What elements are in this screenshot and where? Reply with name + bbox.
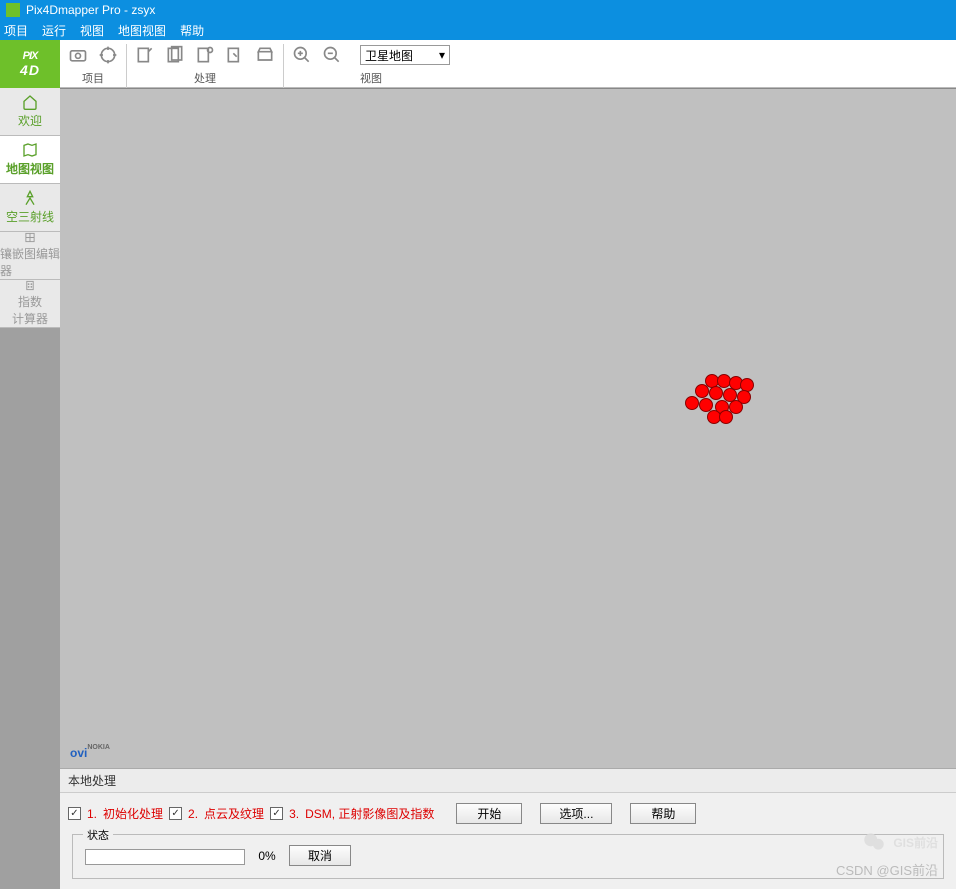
process-row: ✓ 1. 初始化处理 ✓ 2. 点云及纹理 ✓ 3. DSM, 正射影像图及指数…: [60, 793, 956, 830]
step3-label: DSM, 正射影像图及指数: [305, 805, 434, 822]
toolgroup-project: 项目: [60, 44, 127, 88]
app-icon: [6, 3, 20, 17]
check-step2[interactable]: ✓: [169, 807, 182, 820]
chevron-down-icon: ▾: [439, 48, 445, 62]
toolgroup-process: 处理: [127, 44, 284, 88]
check-step3[interactable]: ✓: [270, 807, 283, 820]
start-button[interactable]: 开始: [456, 803, 522, 824]
left-sidebar: PIX 4D 欢迎 地图视图 空三射线 镶嵌图编辑器 指数 计算器: [0, 40, 60, 889]
p1-icon[interactable]: [135, 45, 155, 65]
credit-text: CSDN @GIS前沿: [836, 860, 938, 879]
camera-icon[interactable]: [68, 45, 88, 65]
map-type-dropdown[interactable]: 卫星地图 ▾: [360, 45, 450, 65]
menubar: 项目 运行 视图 地图视图 帮助: [0, 20, 956, 40]
home-icon: [21, 94, 39, 110]
help-button[interactable]: 帮助: [630, 803, 696, 824]
step3-num: 3.: [289, 807, 299, 821]
progress-bar: [85, 849, 245, 865]
target-icon[interactable]: [98, 45, 118, 65]
image-markers: [685, 374, 755, 429]
toolbar: 项目 处理 卫星地图 ▾: [60, 40, 956, 88]
menu-help[interactable]: 帮助: [180, 22, 204, 39]
p4-icon[interactable]: [225, 45, 245, 65]
step2-num: 2.: [188, 807, 198, 821]
step2-label: 点云及纹理: [204, 805, 264, 822]
ray-icon: [21, 190, 39, 206]
cancel-button[interactable]: 取消: [289, 845, 351, 866]
menu-view[interactable]: 视图: [80, 22, 104, 39]
step1-label: 初始化处理: [103, 805, 163, 822]
menu-project[interactable]: 项目: [4, 22, 28, 39]
progress-percent: 0%: [258, 849, 275, 863]
zoom-in-icon[interactable]: [292, 45, 312, 65]
nav-index[interactable]: 指数 计算器: [0, 280, 60, 328]
zoom-out-icon[interactable]: [322, 45, 342, 65]
ovi-logo: oviNOKIA: [70, 744, 110, 762]
step1-num: 1.: [87, 807, 97, 821]
panel-title: 本地处理: [60, 769, 956, 793]
p5-icon[interactable]: [255, 45, 275, 65]
map-canvas[interactable]: oviNOKIA: [60, 88, 956, 768]
mosaic-icon: [21, 232, 39, 243]
nav-mosaic[interactable]: 镶嵌图编辑器: [0, 232, 60, 280]
window-title: Pix4Dmapper Pro - zsyx: [26, 3, 155, 17]
calculator-icon: [21, 280, 39, 291]
nav-raycloud[interactable]: 空三射线: [0, 184, 60, 232]
toolgroup-view: 卫星地图 ▾ 视图: [284, 44, 458, 88]
menu-run[interactable]: 运行: [42, 22, 66, 39]
main-panel: 项目 处理 卫星地图 ▾: [60, 40, 956, 889]
check-step1[interactable]: ✓: [68, 807, 81, 820]
wechat-icon: [861, 829, 887, 855]
status-box: 状态 0% 取消: [72, 834, 944, 879]
menu-mapview[interactable]: 地图视图: [118, 22, 166, 39]
titlebar: Pix4Dmapper Pro - zsyx: [0, 0, 956, 20]
content-area: PIX 4D 欢迎 地图视图 空三射线 镶嵌图编辑器 指数 计算器: [0, 40, 956, 889]
p2-icon[interactable]: [165, 45, 185, 65]
map-icon: [21, 142, 39, 158]
nav-mapview[interactable]: 地图视图: [0, 136, 60, 184]
bottom-panel: 本地处理 ✓ 1. 初始化处理 ✓ 2. 点云及纹理 ✓ 3. DSM, 正射影…: [60, 768, 956, 889]
nav-welcome[interactable]: 欢迎: [0, 88, 60, 136]
logo: PIX 4D: [0, 40, 60, 88]
p3-icon[interactable]: [195, 45, 215, 65]
watermark: GIS前沿: [861, 829, 938, 855]
status-legend: 状态: [83, 827, 113, 843]
options-button[interactable]: 选项...: [540, 803, 612, 824]
